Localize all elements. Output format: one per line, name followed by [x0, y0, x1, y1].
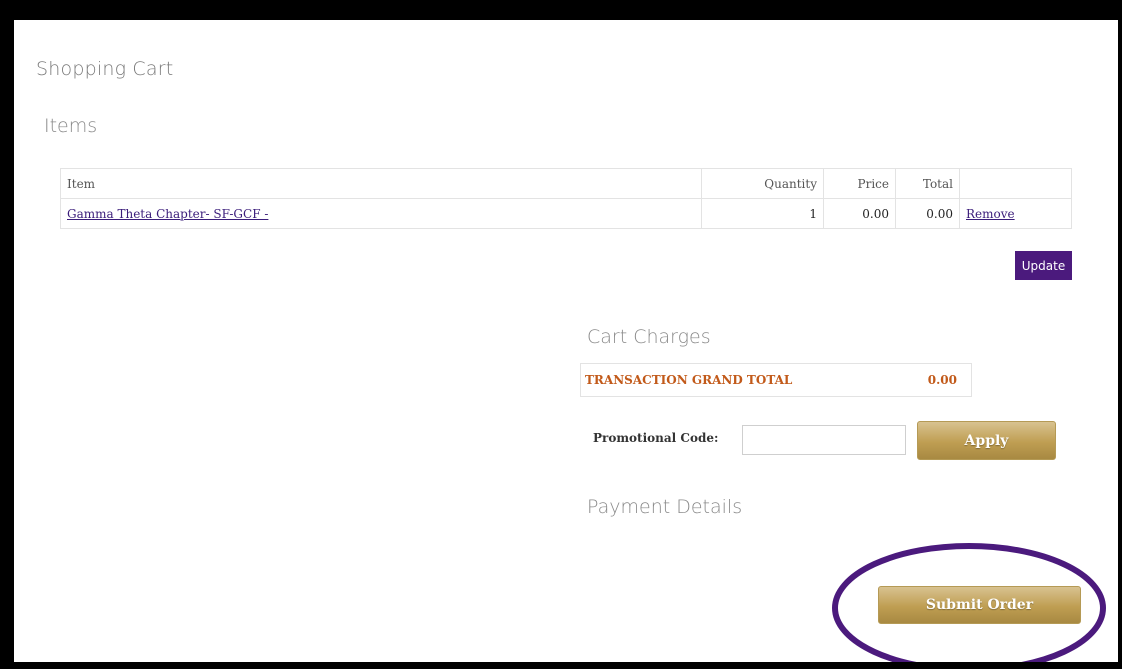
- promo-code-input[interactable]: [742, 425, 906, 455]
- table-row: Gamma Theta Chapter- SF-GCF - 1 0.00 0.0…: [60, 198, 1072, 229]
- promo-code-label: Promotional Code:: [593, 431, 719, 445]
- payment-details-heading: Payment Details: [587, 496, 743, 518]
- cart-items-table: Item Quantity Price Total Gamma Theta Ch…: [60, 168, 1072, 229]
- grand-total-value: 0.00: [927, 373, 957, 387]
- column-header-quantity: Quantity: [701, 168, 824, 199]
- grand-total-label: TRANSACTION GRAND TOTAL: [585, 373, 793, 387]
- apply-button[interactable]: Apply: [917, 421, 1056, 460]
- column-header-actions: [959, 168, 1072, 199]
- submit-order-button[interactable]: Submit Order: [878, 586, 1081, 624]
- update-button[interactable]: Update: [1015, 251, 1072, 280]
- column-header-item: Item: [60, 168, 702, 199]
- page-title: Shopping Cart: [36, 58, 174, 80]
- remove-link[interactable]: Remove: [966, 207, 1015, 221]
- table-header-row: Item Quantity Price Total: [60, 168, 1072, 199]
- quantity-cell: 1: [701, 198, 824, 229]
- items-heading: Items: [44, 115, 98, 137]
- item-link[interactable]: Gamma Theta Chapter- SF-GCF -: [67, 207, 268, 221]
- item-cell: Gamma Theta Chapter- SF-GCF -: [60, 198, 702, 229]
- cart-charges-heading: Cart Charges: [587, 326, 711, 348]
- grand-total-row: TRANSACTION GRAND TOTAL 0.00: [580, 363, 972, 397]
- action-cell: Remove: [959, 198, 1072, 229]
- column-header-total: Total: [895, 168, 960, 199]
- page-frame: Shopping Cart Items Item Quantity Price …: [14, 20, 1118, 662]
- column-header-price: Price: [823, 168, 896, 199]
- price-cell: 0.00: [823, 198, 896, 229]
- total-cell: 0.00: [895, 198, 960, 229]
